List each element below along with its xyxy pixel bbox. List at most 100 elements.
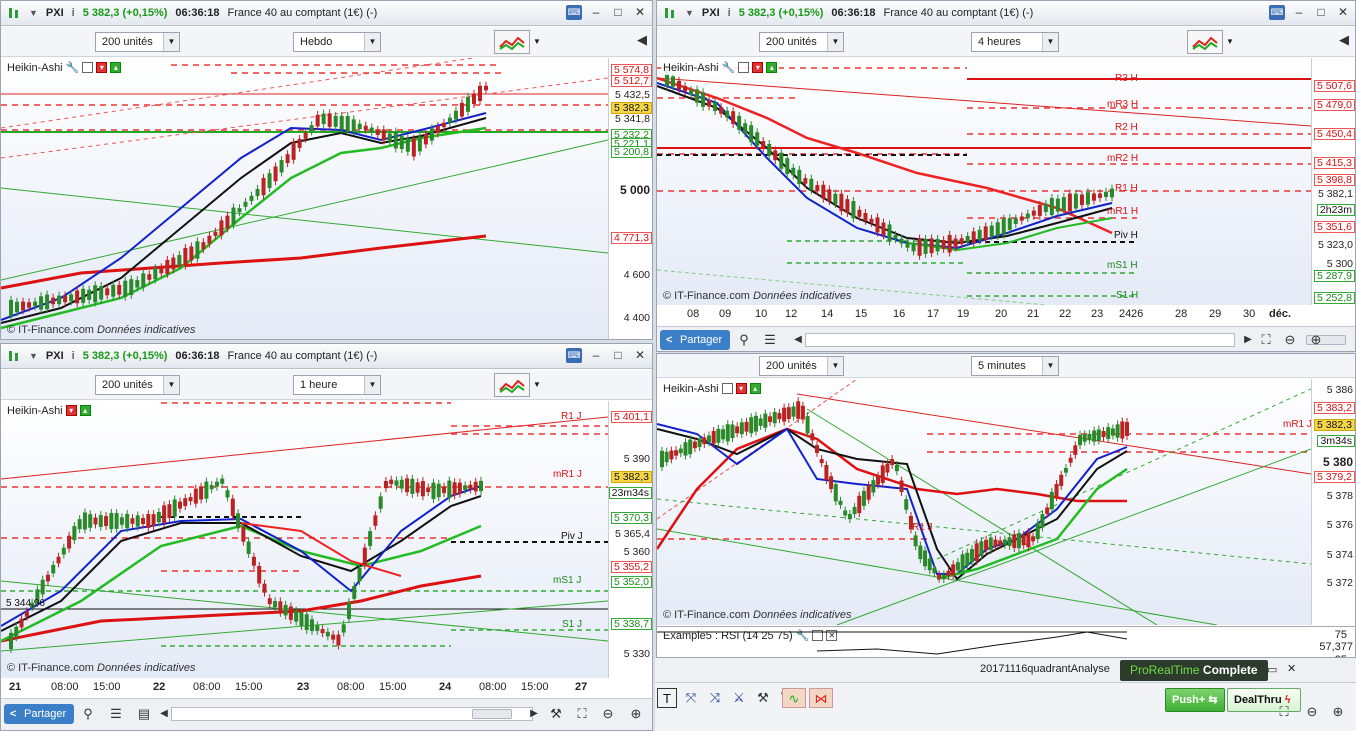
symbol[interactable]: PXI	[702, 7, 720, 19]
symbol[interactable]: PXI	[46, 7, 64, 19]
list-icon[interactable]: ☰	[761, 331, 779, 349]
window-titlebar[interactable]: ▼ PXI i 5 382,3 (+0,15%) 06:36:18 France…	[1, 344, 652, 369]
indicator-label[interactable]: Heikin-Ashi 🔧 ▾ ▴	[661, 60, 780, 75]
price-scale[interactable]: 5 507,6 5 479,0 5 450,4 5 415,3 5 398,8 5 382…	[1311, 58, 1355, 305]
scroll-right-icon[interactable]: ▶	[1239, 331, 1257, 349]
units-select[interactable]: 200 unités ▼	[759, 32, 844, 52]
share-button[interactable]: Partager	[4, 704, 75, 724]
cursor-icon[interactable]: ⚲	[735, 331, 753, 349]
trendline-tool-icon[interactable]: ⤨	[705, 688, 725, 708]
maximize-icon[interactable]: □	[610, 348, 626, 363]
zoom-in-icon[interactable]: ⊕	[1307, 331, 1325, 349]
workspace-name[interactable]: 20171116quadrantAnalyse	[980, 663, 1110, 675]
line-tool-icon[interactable]: ⤧	[681, 688, 701, 708]
chevron-down-icon[interactable]: ▼	[531, 373, 543, 397]
period-select[interactable]: Hebdo ▼	[293, 32, 381, 52]
fit-icon[interactable]: ⛶	[1257, 331, 1275, 349]
units-select[interactable]: 200 unités ▼	[95, 375, 180, 395]
symbol[interactable]: PXI	[46, 350, 64, 362]
indicators-button[interactable]	[1187, 30, 1223, 54]
indicator-label[interactable]: Heikin-Ashi ▾ ▴	[661, 381, 763, 396]
bookmark-icon[interactable]: ◀	[633, 31, 651, 49]
square-icon[interactable]	[738, 62, 750, 73]
zoom-out-icon[interactable]: ⊖	[1281, 331, 1299, 349]
price-scale[interactable]: 5 386 5 383,2 5 382,3 3m34s 5 380 5 379,2 5 37…	[1311, 379, 1355, 625]
chevron-down-icon[interactable]: ▼	[29, 8, 38, 18]
fibonacci-tool-icon[interactable]: ⚔	[729, 688, 749, 708]
delete-icon[interactable]: ▾	[96, 62, 108, 73]
text-tool-icon[interactable]: T	[657, 688, 677, 708]
delete-icon[interactable]: ▾	[65, 405, 77, 416]
indicators-button[interactable]	[494, 30, 530, 54]
info-icon[interactable]: i	[72, 7, 75, 19]
indicators-button[interactable]	[494, 373, 530, 397]
share-button[interactable]: Partager	[660, 330, 731, 350]
push-button[interactable]: Push+ ⇆	[1165, 688, 1225, 712]
close-icon[interactable]: ✕	[632, 5, 648, 20]
zoom-in-icon[interactable]: ⊕	[627, 705, 645, 723]
keyboard-icon[interactable]: ⌨	[566, 5, 582, 20]
scrollbar[interactable]	[171, 707, 533, 721]
time-axis[interactable]: 08 09 10 12 14 15 16 17 19 20 21 22 23 24 26 28 29 30 déc.	[657, 306, 1311, 324]
wrench-icon[interactable]: 🔧	[722, 61, 736, 74]
period-select[interactable]: 5 minutes ▼	[971, 356, 1059, 376]
price-chart[interactable]: Heikin-Ashi ▾ ▴ 5 344,96 R1 J mR1 J Piv J mS1…	[1, 401, 608, 678]
maximize-icon[interactable]: □	[610, 5, 626, 20]
square-icon[interactable]	[82, 62, 94, 73]
fit-icon[interactable]: ⛶	[1275, 703, 1293, 721]
indicator-label[interactable]: Heikin-Ashi 🔧 ▾ ▴	[5, 60, 124, 75]
minimize-icon[interactable]: –	[1291, 5, 1307, 20]
restore-icon[interactable]: ▭	[1267, 663, 1277, 676]
units-select[interactable]: 200 unités ▼	[759, 356, 844, 376]
minimize-icon[interactable]: –	[588, 348, 604, 363]
window-titlebar[interactable]: ▼ PXI i 5 382,3 (+0,15%) 06:36:18 France…	[657, 1, 1355, 26]
move-up-icon[interactable]: ▴	[79, 405, 91, 416]
wrench-icon[interactable]: 🔧	[66, 61, 80, 74]
chevron-down-icon[interactable]: ▼	[685, 8, 694, 18]
keyboard-icon[interactable]: ⌨	[1269, 5, 1285, 20]
move-up-icon[interactable]: ▴	[749, 383, 761, 394]
move-up-icon[interactable]: ▴	[110, 62, 122, 73]
square-icon[interactable]	[721, 383, 733, 394]
price-scale[interactable]: 5 401,1 5 390 5 382,3 23m34s 5 370,3 5 365,4 5…	[608, 401, 652, 678]
time-axis[interactable]: 21 08:00 15:00 22 08:00 15:00 23 08:00 15:00 24 08…	[1, 679, 608, 697]
grid-icon[interactable]: ▤	[135, 705, 153, 723]
list-icon[interactable]: ☰	[107, 705, 125, 723]
price-chart[interactable]: Heikin-Ashi ▾ ▴ mR1 J R1 J © IT-Finance.com…	[657, 379, 1312, 625]
fit-icon[interactable]: ⛶	[573, 705, 591, 723]
price-chart[interactable]: Heikin-Ashi 🔧 ▾ ▴ © IT-Finance.com Données …	[1, 58, 608, 339]
scrollbar[interactable]	[805, 333, 1346, 347]
chevron-down-icon[interactable]: ▼	[29, 351, 38, 361]
delete-icon[interactable]: ▾	[735, 383, 747, 394]
period-select[interactable]: 1 heure ▼	[293, 375, 381, 395]
delete-icon[interactable]: ▾	[752, 62, 764, 73]
info-icon[interactable]: i	[728, 7, 731, 19]
cursor-icon[interactable]: ⚲	[79, 705, 97, 723]
bookmark-icon[interactable]: ◀	[1335, 31, 1353, 49]
window-titlebar[interactable]: ▼ PXI i 5 382,3 (+0,15%) 06:36:18 France…	[1, 1, 652, 26]
rsi-panel[interactable]: Example5 : RSI (14 25 75)🔧✕ 75 57,377 25	[657, 626, 1355, 657]
price-scale[interactable]: 5 574,8 5 512,7 5 432,5 5 382,3 5 341,8 5 232…	[608, 58, 652, 339]
maximize-icon[interactable]: □	[1313, 5, 1329, 20]
move-up-icon[interactable]: ▴	[766, 62, 778, 73]
info-icon[interactable]: i	[72, 350, 75, 362]
price-chart[interactable]: Heikin-Ashi 🔧 ▾ ▴ R3 HmR3 H R2 HmR2 H R1 HmR1…	[657, 58, 1311, 305]
minimize-icon[interactable]: –	[588, 5, 604, 20]
zoom-in-icon[interactable]: ⊕	[1329, 703, 1347, 721]
period-select[interactable]: 4 heures ▼	[971, 32, 1059, 52]
indicator-label[interactable]: Heikin-Ashi ▾ ▴	[5, 403, 93, 418]
units-select[interactable]: 200 unités ▼	[95, 32, 180, 52]
chevron-down-icon[interactable]: ▼	[1224, 30, 1236, 54]
keyboard-icon[interactable]: ⌨	[566, 348, 582, 363]
chevron-down-icon[interactable]: ▼	[531, 30, 543, 54]
zoom-out-icon[interactable]: ⊖	[1303, 703, 1321, 721]
indicator-tool-icon[interactable]: ∿	[782, 688, 806, 708]
close-icon[interactable]: ✕	[632, 348, 648, 363]
zoom-out-icon[interactable]: ⊖	[599, 705, 617, 723]
scroll-right-icon[interactable]: ▶	[525, 705, 543, 723]
pattern-tool-icon[interactable]: ⋈	[809, 688, 833, 708]
tools-icon[interactable]: ⚒	[753, 688, 773, 708]
indicator-icon[interactable]: ⚒	[547, 705, 565, 723]
close-icon[interactable]: ✕	[1335, 5, 1351, 20]
close-icon[interactable]: ✕	[1287, 662, 1296, 675]
